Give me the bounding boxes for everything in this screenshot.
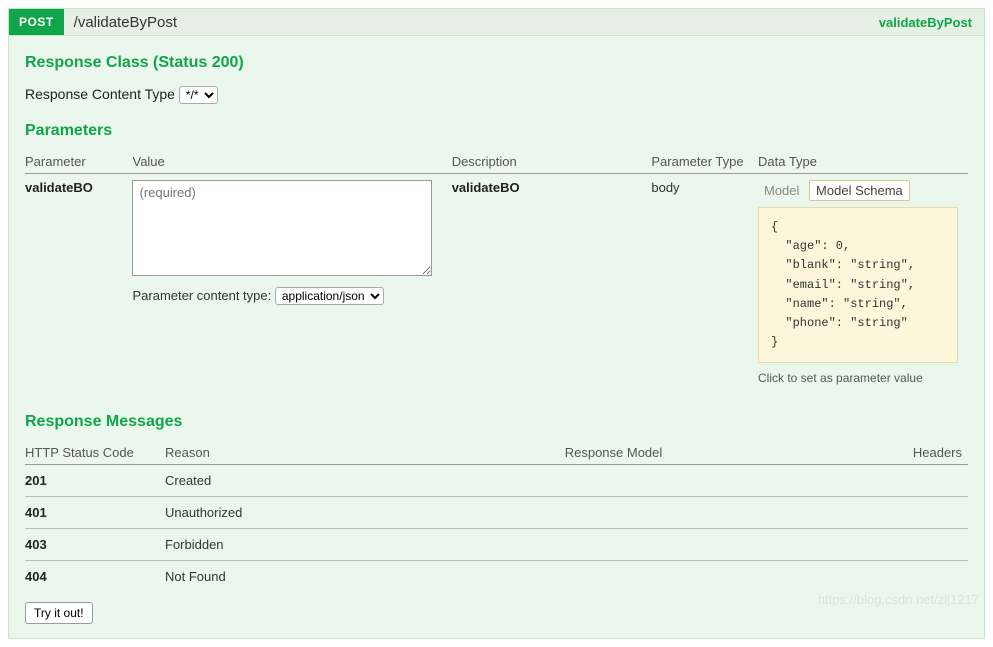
- response-messages-table: HTTP Status Code Reason Response Model H…: [25, 441, 968, 592]
- model-schema-box[interactable]: { "age": 0, "blank": "string", "email": …: [758, 207, 958, 363]
- parameter-row: validateBO Parameter content type: appli…: [25, 174, 968, 392]
- col-reason: Reason: [165, 441, 385, 465]
- col-status-code: HTTP Status Code: [25, 441, 165, 465]
- param-name-cell: validateBO: [25, 174, 132, 392]
- resp-reason: Created: [165, 465, 385, 497]
- try-it-out-button[interactable]: Try it out!: [25, 602, 93, 624]
- resp-code: 401: [25, 497, 165, 529]
- col-data-type: Data Type: [758, 150, 968, 174]
- resp-row: 401 Unauthorized: [25, 497, 968, 529]
- col-response-model: Response Model: [385, 441, 848, 465]
- resp-code: 404: [25, 561, 165, 593]
- param-type-cell: body: [651, 174, 758, 392]
- col-value: Value: [132, 150, 451, 174]
- response-content-type-row: Response Content Type */*: [25, 86, 968, 104]
- col-parameter: Parameter: [25, 150, 132, 174]
- resp-row: 403 Forbidden: [25, 529, 968, 561]
- tab-model[interactable]: Model: [758, 181, 805, 200]
- response-content-type-label: Response Content Type: [25, 86, 175, 102]
- resp-code: 201: [25, 465, 165, 497]
- param-content-type-label: Parameter content type:: [132, 288, 271, 303]
- parameters-heading: Parameters: [25, 122, 968, 140]
- col-description: Description: [452, 150, 652, 174]
- resp-code: 403: [25, 529, 165, 561]
- resp-reason: Forbidden: [165, 529, 385, 561]
- endpoint-path: /validateByPost: [64, 14, 879, 31]
- resp-row: 404 Not Found: [25, 561, 968, 593]
- col-headers: Headers: [848, 441, 968, 465]
- response-messages-heading: Response Messages: [25, 413, 968, 431]
- set-as-param-hint[interactable]: Click to set as parameter value: [758, 371, 958, 385]
- param-content-type-select[interactable]: application/json: [275, 287, 384, 305]
- http-method-badge: POST: [9, 9, 64, 35]
- parameters-table: Parameter Value Description Parameter Ty…: [25, 150, 968, 391]
- param-value-input[interactable]: [132, 180, 432, 276]
- param-description-cell: validateBO: [452, 174, 652, 392]
- operation-panel: Response Class (Status 200) Response Con…: [8, 35, 985, 639]
- param-content-type-row: Parameter content type: application/json: [132, 287, 441, 305]
- resp-reason: Unauthorized: [165, 497, 385, 529]
- tab-model-schema[interactable]: Model Schema: [809, 180, 910, 201]
- col-param-type: Parameter Type: [651, 150, 758, 174]
- response-content-type-select[interactable]: */*: [179, 86, 218, 104]
- data-type-tabs: Model Model Schema: [758, 180, 958, 201]
- resp-reason: Not Found: [165, 561, 385, 593]
- operation-header[interactable]: POST /validateByPost validateByPost: [8, 8, 985, 35]
- resp-row: 201 Created: [25, 465, 968, 497]
- operation-name: validateByPost: [879, 15, 984, 30]
- response-class-heading: Response Class (Status 200): [25, 54, 968, 72]
